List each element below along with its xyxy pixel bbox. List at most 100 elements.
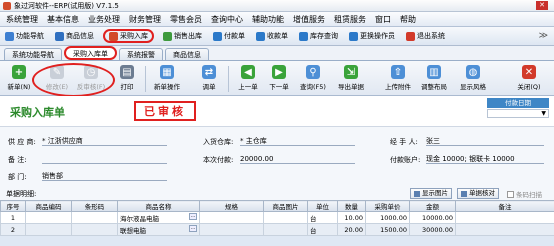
col-barcode[interactable]: 条形码 — [71, 200, 118, 212]
supplier-label: 供 应 商: — [8, 138, 36, 146]
row-image[interactable] — [263, 211, 308, 224]
menu-assist[interactable]: 辅助功能 — [252, 14, 284, 25]
dept-field[interactable]: 销售部 — [42, 171, 167, 181]
menu-basic-info[interactable]: 基本信息 — [47, 14, 79, 25]
chevron-down-icon: ▼ — [541, 110, 546, 117]
plus-icon: + — [12, 65, 26, 79]
row-image[interactable] — [263, 223, 308, 236]
col-code[interactable]: 商品编码 — [25, 200, 72, 212]
row-code[interactable] — [25, 211, 72, 224]
row-qty[interactable]: 10.00 — [337, 211, 366, 224]
layout-button[interactable]: ▥ 调整布局 — [419, 65, 449, 93]
warehouse-field[interactable]: * 主仓库 — [240, 136, 355, 146]
row-unit[interactable]: 台 — [307, 211, 338, 224]
row-spec[interactable] — [199, 223, 264, 236]
close-button[interactable]: ✕ 关闭(Q) — [514, 65, 544, 93]
quick-nav-button[interactable]: 功能导航 — [3, 29, 46, 43]
col-unit[interactable]: 单位 — [307, 200, 338, 212]
quick-payment-button[interactable]: 付款单 — [211, 29, 247, 43]
quick-sales-out-button[interactable]: 销售出库 — [161, 29, 204, 43]
table-row[interactable]: 2 联想电脑 … 台 20.00 1500.00 30000.00 — [0, 223, 554, 236]
window-close-button[interactable]: ✕ — [536, 1, 548, 10]
audit-status-stamp: 已审核 — [134, 101, 196, 121]
col-qty[interactable]: 数量 — [337, 200, 366, 212]
check-icon — [461, 190, 467, 197]
menu-retail[interactable]: 零售会员 — [170, 14, 202, 25]
menu-help[interactable]: 帮助 — [400, 14, 416, 25]
tab-product-info[interactable]: 商品信息 — [165, 48, 209, 60]
row-price[interactable]: 1500.00 — [365, 223, 410, 236]
line-check-button[interactable]: 单据核对 — [457, 188, 499, 199]
table-header-row: 序号 商品编码 条形码 商品名称 规格 商品图片 单位 数量 采购单价 金额 备… — [0, 200, 554, 212]
row-amount[interactable]: 10000.00 — [409, 211, 456, 224]
menu-system[interactable]: 系统管理 — [6, 14, 38, 25]
quick-receipt-button[interactable]: 收款单 — [254, 29, 290, 43]
ellipsis-icon[interactable]: … — [189, 224, 197, 232]
col-no[interactable]: 序号 — [0, 200, 26, 212]
row-amount[interactable]: 30000.00 — [409, 223, 456, 236]
pay-date-field[interactable]: ▼ — [487, 109, 549, 118]
menu-bar: 系统管理 基本信息 业务处理 财务管理 零售会员 查询中心 辅助功能 增值服务 … — [0, 12, 554, 27]
payment-icon — [213, 31, 222, 41]
next-button[interactable]: ▶ 下一单 — [264, 65, 294, 93]
col-amount[interactable]: 金额 — [409, 200, 456, 212]
receipt-icon — [256, 31, 265, 41]
col-spec[interactable]: 规格 — [199, 200, 264, 212]
row-name-cell[interactable]: 联想电脑… — [117, 223, 200, 236]
quick-stock-query-button[interactable]: 库存查询 — [297, 29, 340, 43]
print-button[interactable]: ▤ 打印 — [112, 65, 142, 93]
menu-finance[interactable]: 财务管理 — [129, 14, 161, 25]
upload-button[interactable]: ⇧ 上传附件 — [383, 65, 413, 93]
this-payment-field[interactable]: 20000.00 — [240, 154, 355, 164]
row-unit[interactable]: 台 — [307, 223, 338, 236]
menu-value-added[interactable]: 增值服务 — [293, 14, 325, 25]
row-note[interactable] — [455, 223, 554, 236]
quick-access-bar: 功能导航 商品信息 采购入库 销售出库 付款单 收款单 库存查询 更换操作员 退… — [0, 27, 554, 46]
new-op-button[interactable]: ▦ 新单操作 — [152, 65, 182, 93]
row-spec[interactable] — [199, 211, 264, 224]
query-button[interactable]: ⚲ 查询(F5) — [298, 65, 328, 93]
show-image-button[interactable]: 显示图片 — [410, 188, 452, 199]
tab-purchase-in[interactable]: 采购入库单 — [64, 46, 117, 60]
barcode-scan-checkbox[interactable]: 条码扫描 — [507, 189, 542, 199]
detail-label: 单据明细: — [6, 190, 37, 198]
quick-exit-button[interactable]: 退出系统 — [404, 29, 447, 43]
purchase-in-icon — [109, 31, 118, 41]
menu-query[interactable]: 查询中心 — [211, 14, 243, 25]
quick-switch-user-button[interactable]: 更换操作员 — [347, 29, 397, 43]
row-qty[interactable]: 20.00 — [337, 223, 366, 236]
col-name[interactable]: 商品名称 — [117, 200, 200, 212]
row-code[interactable] — [25, 223, 72, 236]
quick-product-button[interactable]: 商品信息 — [53, 29, 96, 43]
row-barcode[interactable] — [71, 211, 118, 224]
tab-alarm[interactable]: 系统报警 — [119, 48, 163, 60]
row-name: 海尔液晶电脑 — [120, 214, 159, 223]
ellipsis-icon[interactable]: … — [189, 212, 197, 220]
pay-account-field[interactable]: 现金 10000; 银联卡 10000 — [426, 154, 544, 164]
remark-field[interactable] — [42, 154, 167, 164]
row-price[interactable]: 1000.00 — [365, 211, 410, 224]
col-price[interactable]: 采购单价 — [365, 200, 410, 212]
handler-field[interactable]: 张三 — [426, 136, 544, 146]
style-button[interactable]: ◍ 显示风格 — [458, 65, 488, 93]
new-button[interactable]: + 新单(N) — [4, 65, 34, 93]
quick-purchase-in-button[interactable]: 采购入库 — [103, 29, 154, 43]
tab-nav[interactable]: 系统功能导航 — [4, 48, 62, 60]
table-row[interactable]: 1 海尔液晶电脑 … 台 10.00 1000.00 10000.00 — [0, 211, 554, 224]
col-image[interactable]: 商品图片 — [263, 200, 308, 212]
menu-lease[interactable]: 租赁服务 — [334, 14, 366, 25]
prev-button[interactable]: ◀ 上一单 — [233, 65, 263, 93]
transfer-button[interactable]: ⇄ 调单 — [194, 65, 224, 93]
expand-icon[interactable]: ≫ — [539, 31, 548, 41]
menu-business[interactable]: 业务处理 — [88, 14, 120, 25]
col-note[interactable]: 备注 — [455, 200, 554, 212]
sales-out-icon — [163, 31, 172, 41]
row-note[interactable] — [455, 211, 554, 224]
home-icon — [5, 31, 14, 41]
row-name-cell[interactable]: 海尔液晶电脑 … — [117, 211, 200, 224]
menu-window[interactable]: 窗口 — [375, 14, 391, 25]
supplier-field[interactable]: * 江浙供应商 — [42, 136, 167, 146]
row-barcode[interactable] — [71, 223, 118, 236]
row-no: 2 — [0, 223, 26, 236]
export-button[interactable]: ⇲ 导出单据 — [336, 65, 366, 93]
